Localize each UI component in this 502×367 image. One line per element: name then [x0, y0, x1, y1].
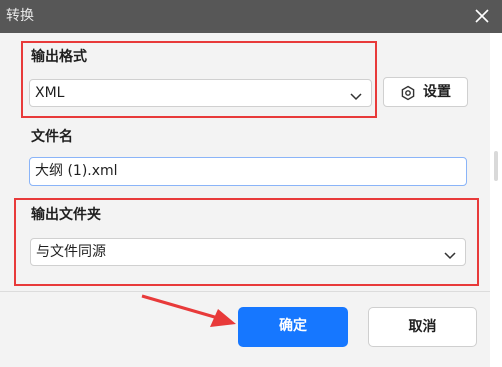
dialog-titlebar: 转换 [0, 0, 502, 33]
settings-button-label: 设置 [423, 84, 451, 100]
scrollbar-thumb[interactable] [494, 151, 498, 181]
cancel-button[interactable]: 取消 [368, 307, 477, 347]
settings-button[interactable]: 设置 [383, 77, 468, 107]
output-format-value: XML [35, 85, 65, 101]
gear-icon [400, 85, 416, 101]
dialog-title: 转换 [6, 8, 34, 24]
output-format-select[interactable]: XML [29, 79, 372, 107]
chevron-down-icon [444, 248, 456, 260]
chevron-down-icon [350, 89, 362, 101]
convert-dialog: 转换 输出格式 XML 设置 文件名 大纲 (1).xml 输出文件夹 与文件同… [0, 0, 502, 367]
output-folder-value: 与文件同源 [36, 244, 106, 260]
file-name-value: 大纲 (1).xml [35, 163, 118, 179]
file-name-label: 文件名 [31, 129, 73, 145]
scrollbar-track[interactable] [490, 33, 502, 367]
close-icon[interactable] [472, 6, 492, 26]
file-name-input[interactable]: 大纲 (1).xml [29, 157, 467, 186]
arrow-annotation-icon [141, 294, 236, 327]
output-folder-select[interactable]: 与文件同源 [30, 238, 466, 266]
confirm-button[interactable]: 确定 [238, 307, 348, 347]
output-format-label: 输出格式 [31, 49, 87, 65]
output-folder-label: 输出文件夹 [31, 207, 101, 223]
footer-divider [0, 291, 490, 292]
